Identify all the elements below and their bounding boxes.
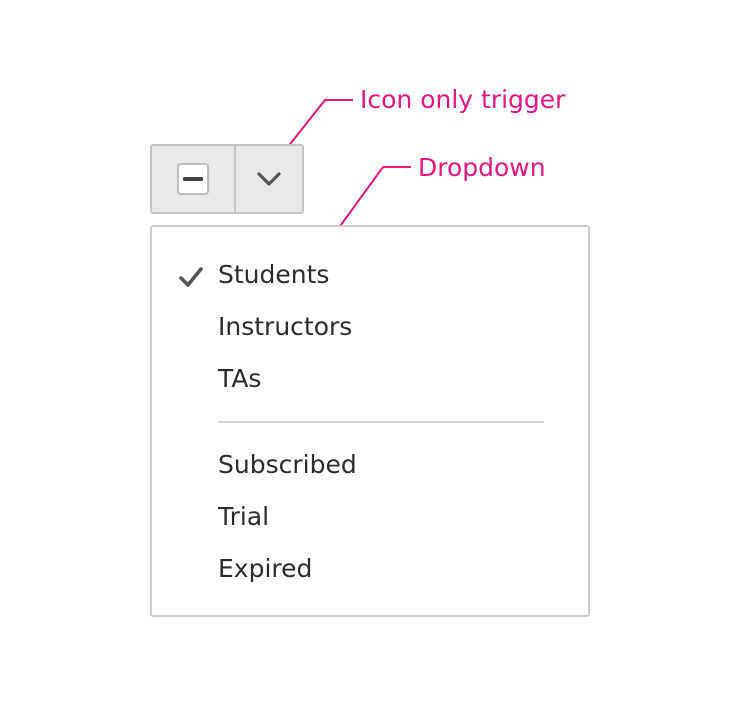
menu-item-label: Subscribed <box>218 450 357 479</box>
menu-item-label: Expired <box>218 554 313 583</box>
menu-item-subscribed[interactable]: Subscribed <box>152 439 588 491</box>
menu-item-instructors[interactable]: Instructors <box>152 301 588 353</box>
menu-item-tas[interactable]: TAs <box>152 353 588 405</box>
indeterminate-checkbox[interactable] <box>177 163 209 195</box>
menu-item-label: Instructors <box>218 312 353 341</box>
menu-item-label: TAs <box>218 364 262 393</box>
menu-item-expired[interactable]: Expired <box>152 543 588 595</box>
dropdown-toggle-button[interactable] <box>236 146 302 212</box>
bulk-select-trigger <box>150 144 304 214</box>
menu-item-label: Trial <box>218 502 270 531</box>
chevron-down-icon <box>257 172 281 186</box>
menu-divider <box>218 421 544 423</box>
minus-icon <box>183 177 203 181</box>
menu-item-students[interactable]: Students <box>152 249 588 301</box>
select-all-checkbox-button[interactable] <box>152 146 236 212</box>
menu-item-label: Students <box>218 260 330 289</box>
filter-dropdown-menu: Students Instructors TAs Subscribed Tria… <box>150 225 590 617</box>
menu-item-trial[interactable]: Trial <box>152 491 588 543</box>
checkmark-icon <box>179 267 203 287</box>
dropdown-annotation-label: Dropdown <box>418 153 546 182</box>
trigger-annotation-label: Icon only trigger <box>360 85 566 114</box>
